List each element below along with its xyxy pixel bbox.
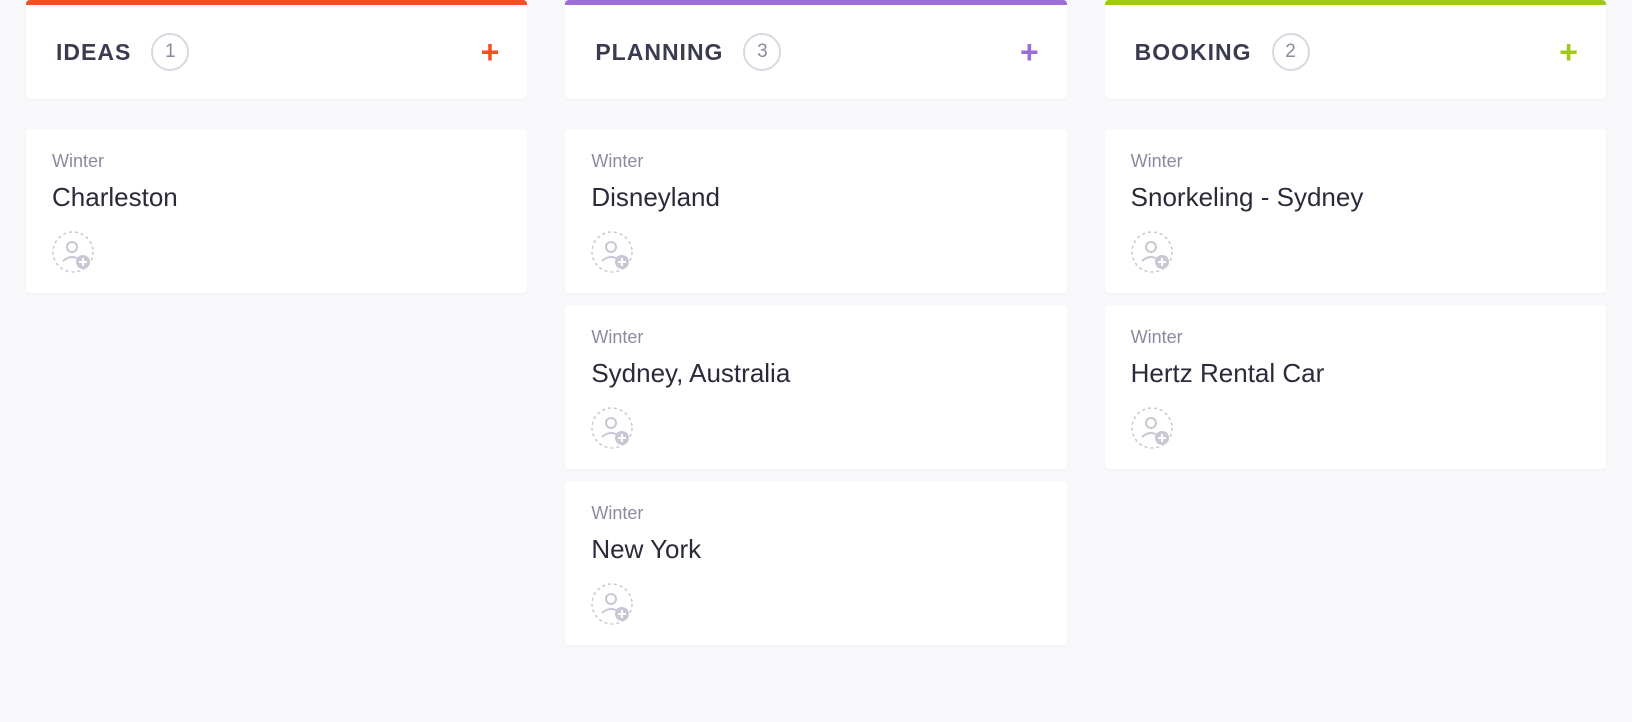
assign-user-button[interactable] (591, 407, 633, 449)
add-person-icon (52, 231, 94, 273)
card-title: Snorkeling - Sydney (1131, 182, 1580, 213)
card[interactable]: Winter Snorkeling - Sydney (1105, 129, 1606, 293)
assign-user-button[interactable] (591, 583, 633, 625)
cards-list: Winter Snorkeling - Sydney Winter Hertz … (1105, 129, 1606, 469)
column-header-ideas: IDEAS 1 + (26, 0, 527, 99)
count-badge: 3 (743, 33, 781, 71)
column-header-planning: PLANNING 3 + (565, 0, 1066, 99)
assign-user-button[interactable] (52, 231, 94, 273)
count-badge: 1 (151, 33, 189, 71)
card-tag: Winter (591, 151, 1040, 172)
card[interactable]: Winter Sydney, Australia (565, 305, 1066, 469)
add-card-button[interactable]: + (1559, 36, 1578, 68)
card[interactable]: Winter Disneyland (565, 129, 1066, 293)
card-tag: Winter (52, 151, 501, 172)
card-title: Charleston (52, 182, 501, 213)
column-title: IDEAS (56, 39, 131, 66)
column-planning: PLANNING 3 + Winter Disneyland (565, 0, 1066, 645)
card-tag: Winter (1131, 151, 1580, 172)
card-tag: Winter (591, 327, 1040, 348)
add-card-button[interactable]: + (481, 36, 500, 68)
card[interactable]: Winter Charleston (26, 129, 527, 293)
add-card-button[interactable]: + (1020, 36, 1039, 68)
card[interactable]: Winter Hertz Rental Car (1105, 305, 1606, 469)
plus-icon: + (1559, 34, 1578, 70)
card-title: New York (591, 534, 1040, 565)
card-title: Hertz Rental Car (1131, 358, 1580, 389)
assign-user-button[interactable] (1131, 231, 1173, 273)
cards-list: Winter Charleston (26, 129, 527, 293)
card-title: Sydney, Australia (591, 358, 1040, 389)
cards-list: Winter Disneyland Winter Sydney, Austral… (565, 129, 1066, 645)
add-person-icon (591, 231, 633, 273)
count-badge: 2 (1272, 33, 1310, 71)
plus-icon: + (481, 34, 500, 70)
kanban-board: IDEAS 1 + Winter Charleston (0, 0, 1632, 671)
card-tag: Winter (591, 503, 1040, 524)
card[interactable]: Winter New York (565, 481, 1066, 645)
column-ideas: IDEAS 1 + Winter Charleston (26, 0, 527, 293)
assign-user-button[interactable] (591, 231, 633, 273)
card-tag: Winter (1131, 327, 1580, 348)
plus-icon: + (1020, 34, 1039, 70)
add-person-icon (1131, 407, 1173, 449)
column-header-booking: BOOKING 2 + (1105, 0, 1606, 99)
add-person-icon (591, 583, 633, 625)
column-title: PLANNING (595, 39, 723, 66)
add-person-icon (1131, 231, 1173, 273)
assign-user-button[interactable] (1131, 407, 1173, 449)
add-person-icon (591, 407, 633, 449)
column-title: BOOKING (1135, 39, 1252, 66)
column-booking: BOOKING 2 + Winter Snorkeling - Sydney (1105, 0, 1606, 469)
card-title: Disneyland (591, 182, 1040, 213)
